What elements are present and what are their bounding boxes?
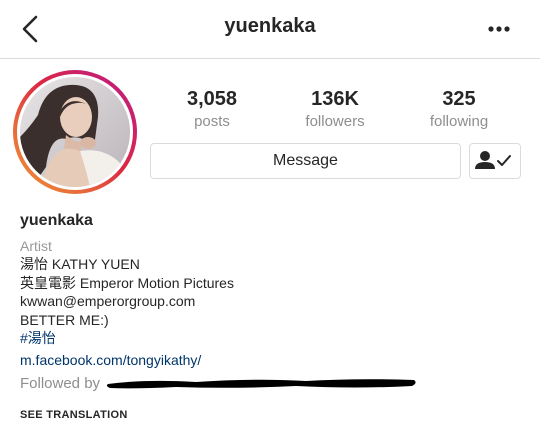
- followers-stat[interactable]: 136K followers: [275, 88, 395, 132]
- more-options-button[interactable]: [482, 16, 516, 42]
- profile-bio: yuenkaka Artist 湯怡 KATHY YUEN 英皇電影 Emper…: [20, 211, 520, 369]
- followers-count: 136K: [311, 88, 359, 110]
- posts-label: posts: [194, 113, 230, 130]
- bio-display-name: yuenkaka: [20, 212, 93, 229]
- see-translation-button[interactable]: SEE TRANSLATION: [20, 409, 128, 421]
- following-count: 325: [442, 88, 476, 110]
- bio-category: Artist: [20, 238, 52, 254]
- avatar: [20, 77, 130, 187]
- person-check-icon: [475, 151, 511, 169]
- following-stat[interactable]: 325 following: [399, 88, 519, 132]
- bio-line-email: kwwan@emperorgroup.com: [20, 293, 196, 309]
- bio-line-tagline: BETTER ME:): [20, 311, 109, 328]
- bio-line-company: 英皇電影 Emperor Motion Pictures: [20, 274, 234, 291]
- followers-label: followers: [305, 113, 365, 130]
- avatar-story-ring[interactable]: [13, 70, 137, 194]
- bio-hashtag-link[interactable]: #湯怡: [20, 329, 520, 348]
- following-toggle-button[interactable]: [469, 143, 521, 179]
- posts-stat[interactable]: 3,058 posts: [152, 88, 272, 132]
- bio-line-name: 湯怡 KATHY YUEN: [20, 256, 140, 272]
- top-nav-bar: yuenkaka: [0, 0, 540, 59]
- posts-count: 3,058: [186, 88, 238, 110]
- redaction-mark: [106, 379, 416, 389]
- following-label: following: [429, 113, 489, 130]
- message-button[interactable]: Message: [150, 143, 461, 179]
- followed-by-text[interactable]: Followed by: [20, 375, 100, 393]
- avatar-photo-icon: [20, 77, 130, 187]
- profile-username-title: yuenkaka: [224, 15, 316, 37]
- more-options-icon: [488, 26, 510, 32]
- bio-website-link[interactable]: m.facebook.com/tongyikathy/: [20, 351, 520, 370]
